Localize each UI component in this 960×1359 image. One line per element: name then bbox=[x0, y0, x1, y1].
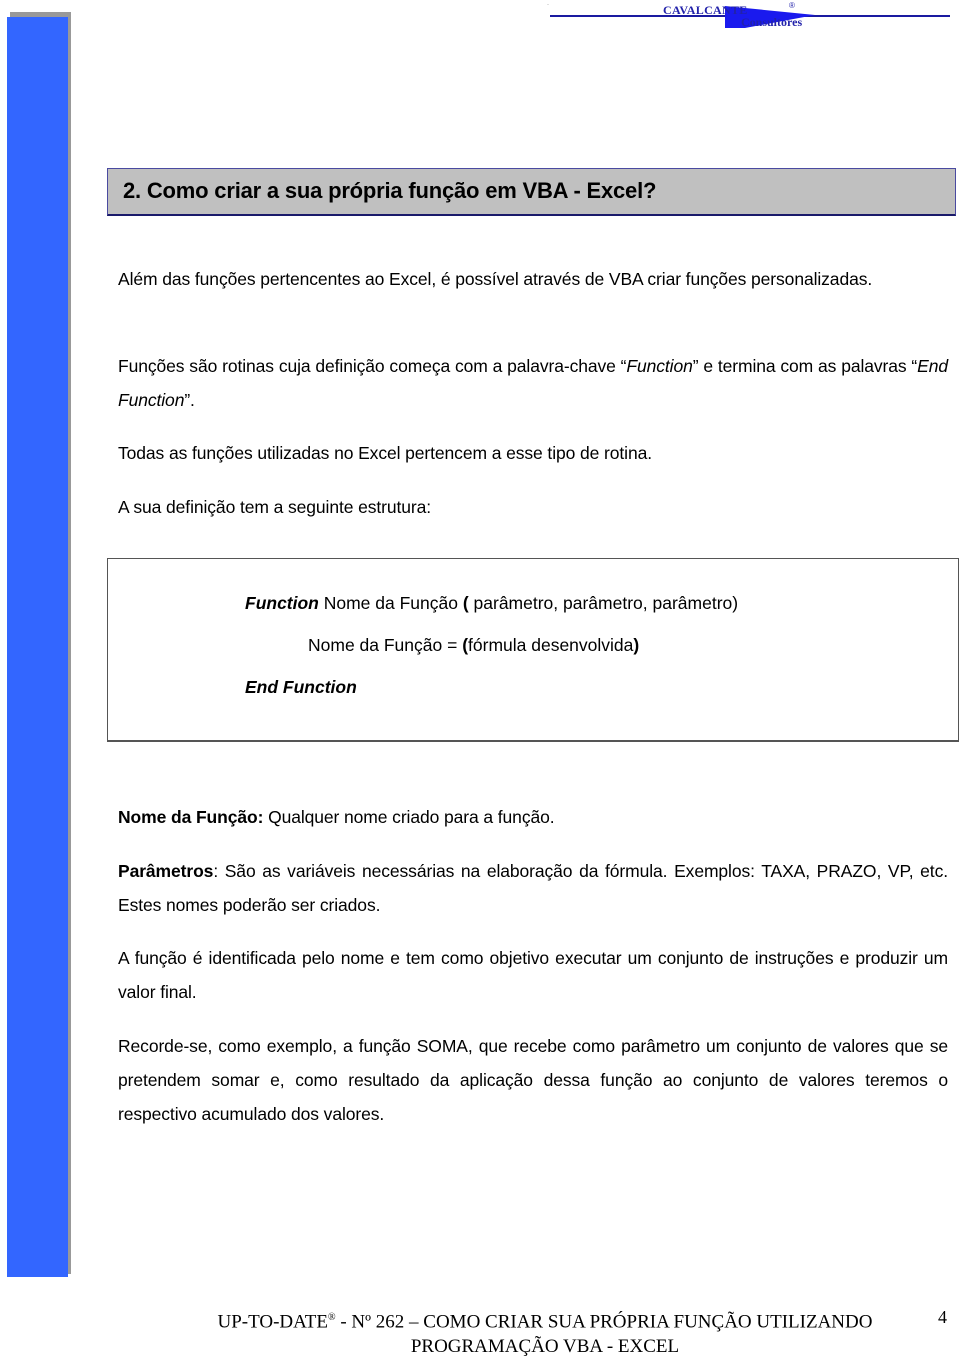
footer-registered-mark: ® bbox=[327, 1312, 336, 1323]
sidebar-accent-bar bbox=[7, 17, 68, 1277]
footer-issue-title: - Nº 262 – COMO CRIAR SUA PRÓPRIA FUNÇÃO… bbox=[335, 1311, 873, 1333]
paragraph-soma-example: Recorde-se, como exemplo, a função SOMA,… bbox=[118, 1036, 948, 1124]
code-signature-line: Function Nome da Função ( parâmetro, par… bbox=[245, 593, 738, 614]
logo-text-consultores: Consultores bbox=[741, 15, 803, 29]
logo-text-cavalcante: CAVALCANTE bbox=[663, 3, 748, 17]
code-body-name: Nome da Função = bbox=[308, 635, 463, 655]
paragraph-all-functions: Todas as funções utilizadas no Excel per… bbox=[118, 443, 652, 463]
page-footer: UP-TO-DATE® - Nº 262 – COMO CRIAR SUA PR… bbox=[180, 1305, 910, 1359]
definition-label: Nome da Função: bbox=[118, 807, 264, 827]
definition-text: Qualquer nome criado para a função. bbox=[263, 807, 555, 827]
logo-mark-dot: · bbox=[547, 2, 549, 8]
paragraph-structure-intro: A sua definição tem a seguinte estrutura… bbox=[118, 497, 432, 517]
text: ” e termina com as palavras “ bbox=[692, 356, 918, 376]
paragraph-function-purpose: A função é identificada pelo nome e tem … bbox=[118, 948, 948, 1002]
footer-line-1: UP-TO-DATE® - Nº 262 – COMO CRIAR SUA PR… bbox=[180, 1305, 910, 1334]
function-structure-box: Function Nome da Função ( parâmetro, par… bbox=[107, 558, 959, 742]
section-heading: 2. Como criar a sua própria função em VB… bbox=[123, 178, 657, 203]
paragraph-intro: Além das funções pertencentes ao Excel, … bbox=[118, 269, 873, 289]
code-function-name: Nome da Função bbox=[318, 593, 463, 613]
definition-parameters: Parâmetros: São as variáveis necessárias… bbox=[118, 854, 948, 922]
company-logo: · CAVALCANTE ® Consultores bbox=[545, 0, 955, 34]
section-heading-box: 2. Como criar a sua própria função em VB… bbox=[107, 168, 956, 216]
definition-text: : São as variáveis necessárias na elabor… bbox=[118, 861, 948, 915]
definition-function-name: Nome da Função: Qualquer nome criado par… bbox=[118, 800, 948, 834]
definition-label: Parâmetros bbox=[118, 861, 214, 881]
logo-registered-mark: ® bbox=[789, 1, 795, 10]
footer-line-2: PROGRAMAÇÃO VBA - EXCEL bbox=[410, 1336, 680, 1358]
code-body-formula: fórmula desenvolvida bbox=[468, 635, 634, 655]
footer-prefix: UP-TO-DATE bbox=[217, 1311, 328, 1333]
keyword-function: Function bbox=[626, 356, 693, 376]
code-keyword-function: Function bbox=[245, 593, 319, 613]
code-params: parâmetro, parâmetro, parâmetro) bbox=[468, 593, 739, 613]
code-body-line: Nome da Função = (fórmula desenvolvida) bbox=[308, 635, 639, 656]
code-end-function: End Function bbox=[245, 677, 357, 697]
text: ”. bbox=[184, 390, 195, 410]
code-body-paren-close: ) bbox=[633, 635, 640, 655]
text: Funções são rotinas cuja definição começ… bbox=[118, 356, 627, 376]
paragraph-function-definition: Funções são rotinas cuja definição começ… bbox=[118, 349, 948, 417]
page-number: 4 bbox=[938, 1307, 947, 1327]
